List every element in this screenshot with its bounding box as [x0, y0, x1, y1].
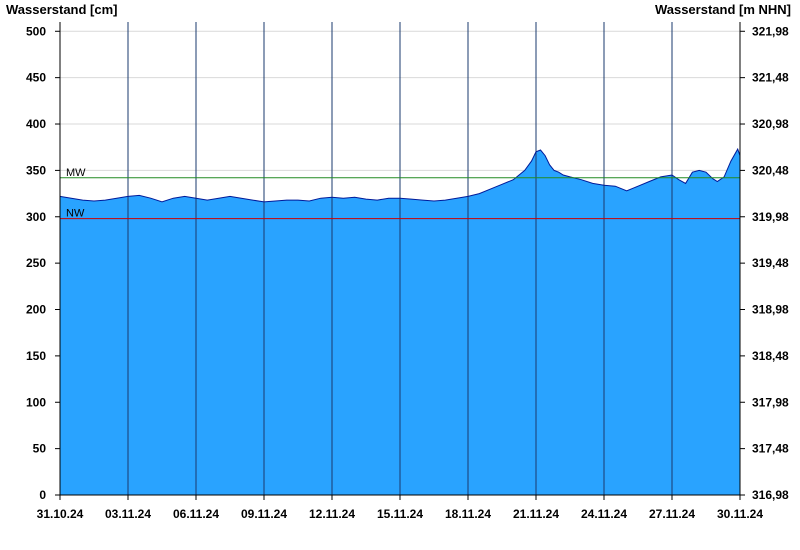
y-left-tick-label: 500: [26, 24, 46, 38]
x-ticks: 31.10.24 03.11.24 06.11.24 09.11.24 12.11.24…: [37, 495, 763, 521]
y-left-tick-label: 400: [26, 117, 46, 131]
y-right-tick-label: 320,48: [752, 163, 789, 177]
x-tick-label: 27.11.24: [649, 507, 695, 521]
y-right-tick-label: 320,98: [752, 117, 789, 131]
x-tick-label: 18.11.24: [445, 507, 491, 521]
x-tick-label: 12.11.24: [309, 507, 355, 521]
y-left-tick-label: 350: [26, 163, 46, 177]
y-left-tick-label: 100: [26, 395, 46, 409]
y-left-tick-label: 150: [26, 349, 46, 363]
x-tick-label: 09.11.24: [241, 507, 287, 521]
nw-label: NW: [66, 208, 85, 220]
y-right-tick-label: 317,48: [752, 442, 789, 456]
y-left-tick-label: 450: [26, 71, 46, 85]
y-right-ticks: 316,98 317,48 317,98 318,48 318,98 319,48 319,…: [740, 24, 789, 502]
y-right-tick-label: 321,98: [752, 24, 789, 38]
y-right-tick-label: 319,48: [752, 256, 789, 270]
x-tick-label: 21.11.24: [513, 507, 559, 521]
x-tick-label: 30.11.24: [717, 507, 763, 521]
y-right-tick-label: 318,98: [752, 303, 789, 317]
y-left-ticks: 0 50 100 150 200 250 300 350 400 450 500: [26, 24, 60, 502]
y-right-tick-label: 321,48: [752, 71, 789, 85]
y-left-tick-label: 300: [26, 210, 46, 224]
y-left-tick-label: 200: [26, 303, 46, 317]
x-tick-label: 15.11.24: [377, 507, 423, 521]
y-right-tick-label: 317,98: [752, 395, 789, 409]
y-right-axis-title: Wasserstand [m NHN]: [655, 2, 791, 17]
x-tick-label: 24.11.24: [581, 507, 627, 521]
y-left-tick-label: 50: [33, 442, 47, 456]
y-right-tick-label: 319,98: [752, 210, 789, 224]
x-tick-label: 03.11.24: [105, 507, 151, 521]
y-left-axis-title: Wasserstand [cm]: [6, 2, 118, 17]
mw-label: MW: [66, 167, 86, 179]
y-left-tick-label: 0: [39, 488, 46, 502]
y-left-tick-label: 250: [26, 256, 46, 270]
y-right-tick-label: 318,48: [752, 349, 789, 363]
x-tick-label: 06.11.24: [173, 507, 219, 521]
water-level-chart: Wasserstand [cm] Wasserstand [m NHN] MW …: [6, 2, 791, 521]
y-right-tick-label: 316,98: [752, 488, 789, 502]
x-tick-label: 31.10.24: [37, 507, 84, 521]
